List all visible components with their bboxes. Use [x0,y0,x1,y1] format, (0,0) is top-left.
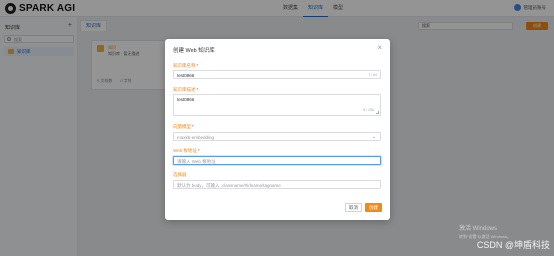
description-textarea[interactable]: test0966 8 / 256 [173,94,381,116]
selector-input[interactable]: 默认为 body，可输入 .classname/#idname/tagname [173,180,381,189]
name-input[interactable]: test0966 7 / 64 [173,70,381,79]
model-select[interactable]: maxkb-embedding ⌄ [173,132,381,141]
selector-label: 选择器 [173,172,187,177]
url-label: Web 根地址* [173,148,200,153]
model-label: 向量模型* [173,124,194,129]
selector-placeholder: 默认为 body，可输入 .classname/#idname/tagname [177,183,281,188]
description-value: test0966 [177,97,195,102]
close-icon[interactable]: × [377,44,382,52]
description-label: 知识库描述* [173,87,199,92]
dialog-title: 创建 Web 知识库 [173,48,215,54]
description-count: 8 / 256 [363,108,374,112]
url-placeholder: 请输入 Web 根地址 [177,159,216,164]
create-web-knowledge-dialog: 创建 Web 知识库 × 知识库名称* test0966 7 / 64 知识库描… [165,39,390,220]
chevron-down-icon: ⌄ [371,134,376,140]
model-value: maxkb-embedding [177,135,215,140]
name-count: 7 / 64 [368,73,377,77]
url-input[interactable]: 请输入 Web 根地址 [173,156,381,165]
name-value: test0966 [177,73,195,78]
resize-handle[interactable] [376,111,379,114]
cancel-button[interactable]: 取消 [345,203,362,212]
create-submit-button[interactable]: 创建 [365,203,382,212]
name-label: 知识库名称* [173,63,199,68]
csdn-watermark: CSDN @坤盾科技 [476,240,550,250]
